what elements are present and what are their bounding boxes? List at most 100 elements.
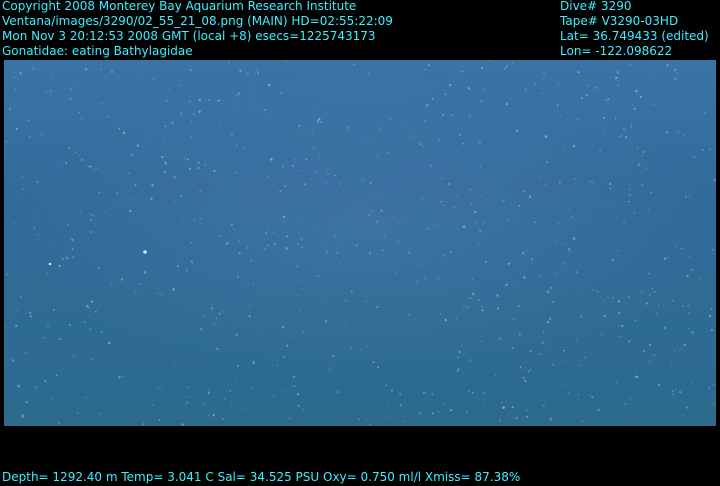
- particle: [538, 352, 540, 355]
- particle: [251, 387, 254, 390]
- particle: [519, 367, 522, 369]
- particle: [580, 315, 583, 318]
- particle: [136, 203, 139, 206]
- particle: [21, 413, 24, 416]
- particle: [529, 349, 532, 353]
- particle: [255, 328, 257, 330]
- particle: [275, 419, 277, 421]
- particle: [488, 60, 491, 61]
- particle: [646, 167, 648, 169]
- particle: [690, 268, 694, 272]
- particle: [220, 125, 222, 127]
- particle: [285, 247, 289, 250]
- particle: [494, 374, 497, 377]
- particle: [151, 184, 154, 187]
- particle: [318, 117, 321, 121]
- latitude-text: Lat= 36.749433 (edited): [560, 29, 709, 43]
- particle: [695, 231, 697, 233]
- particle: [546, 320, 550, 324]
- particle: [394, 172, 397, 174]
- particle: [657, 283, 660, 285]
- particle: [151, 404, 154, 407]
- particle: [46, 361, 48, 363]
- particle: [284, 185, 286, 187]
- particle: [186, 158, 189, 161]
- particle: [677, 131, 679, 133]
- particle: [525, 409, 528, 412]
- particle: [234, 377, 236, 379]
- particle: [455, 317, 458, 320]
- particle: [423, 331, 426, 334]
- particle: [531, 249, 533, 251]
- particle: [596, 290, 599, 293]
- particle: [164, 125, 167, 128]
- particle: [25, 351, 28, 354]
- particle: [676, 72, 678, 74]
- particle: [675, 246, 677, 249]
- particle: [244, 282, 246, 285]
- particle: [505, 102, 509, 106]
- particle: [95, 223, 97, 225]
- particle: [564, 243, 566, 245]
- particle: [523, 276, 526, 279]
- particle: [127, 172, 130, 175]
- particle: [449, 147, 452, 150]
- particle: [636, 146, 639, 149]
- particle: [15, 324, 18, 328]
- particle: [444, 380, 446, 382]
- particle: [462, 225, 466, 229]
- particle: [453, 206, 456, 209]
- particle: [576, 271, 578, 273]
- particle: [250, 259, 253, 262]
- particle: [236, 365, 239, 368]
- particle: [580, 123, 582, 125]
- particle: [302, 131, 306, 134]
- particle: [12, 358, 14, 360]
- particle: [672, 300, 674, 302]
- particle: [332, 354, 335, 358]
- particle: [641, 290, 644, 293]
- particle: [456, 194, 459, 197]
- particle: [181, 423, 184, 426]
- particle: [481, 308, 484, 312]
- particle: [387, 152, 389, 154]
- particle: [563, 383, 567, 386]
- particle: [416, 280, 418, 282]
- particle: [246, 72, 249, 75]
- particle: [333, 234, 336, 237]
- particle: [131, 153, 134, 156]
- particle: [294, 158, 296, 160]
- particle: [348, 128, 350, 131]
- particle: [199, 191, 201, 193]
- particle: [642, 314, 644, 316]
- particle: [166, 99, 169, 103]
- particle: [49, 335, 51, 337]
- particle: [210, 307, 213, 310]
- particle: [684, 195, 688, 198]
- particle: [642, 349, 645, 353]
- particle: [525, 361, 527, 363]
- particle: [122, 131, 126, 134]
- particle: [469, 297, 472, 300]
- particle: [297, 404, 300, 408]
- particle: [679, 391, 682, 394]
- particle: [576, 288, 578, 290]
- particle: [531, 338, 533, 340]
- particle: [399, 393, 402, 396]
- particle: [649, 191, 652, 194]
- particle: [281, 390, 284, 393]
- particle: [230, 223, 233, 226]
- particle: [530, 258, 534, 261]
- particle: [616, 381, 618, 384]
- particle: [202, 404, 204, 406]
- particle: [633, 249, 635, 251]
- particle: [425, 103, 429, 107]
- particle: [515, 417, 518, 420]
- particle: [556, 104, 559, 107]
- particle: [316, 120, 320, 123]
- particle: [378, 127, 381, 130]
- particle: [216, 347, 219, 350]
- particle: [163, 170, 166, 173]
- particle: [529, 368, 532, 371]
- particle: [554, 274, 557, 276]
